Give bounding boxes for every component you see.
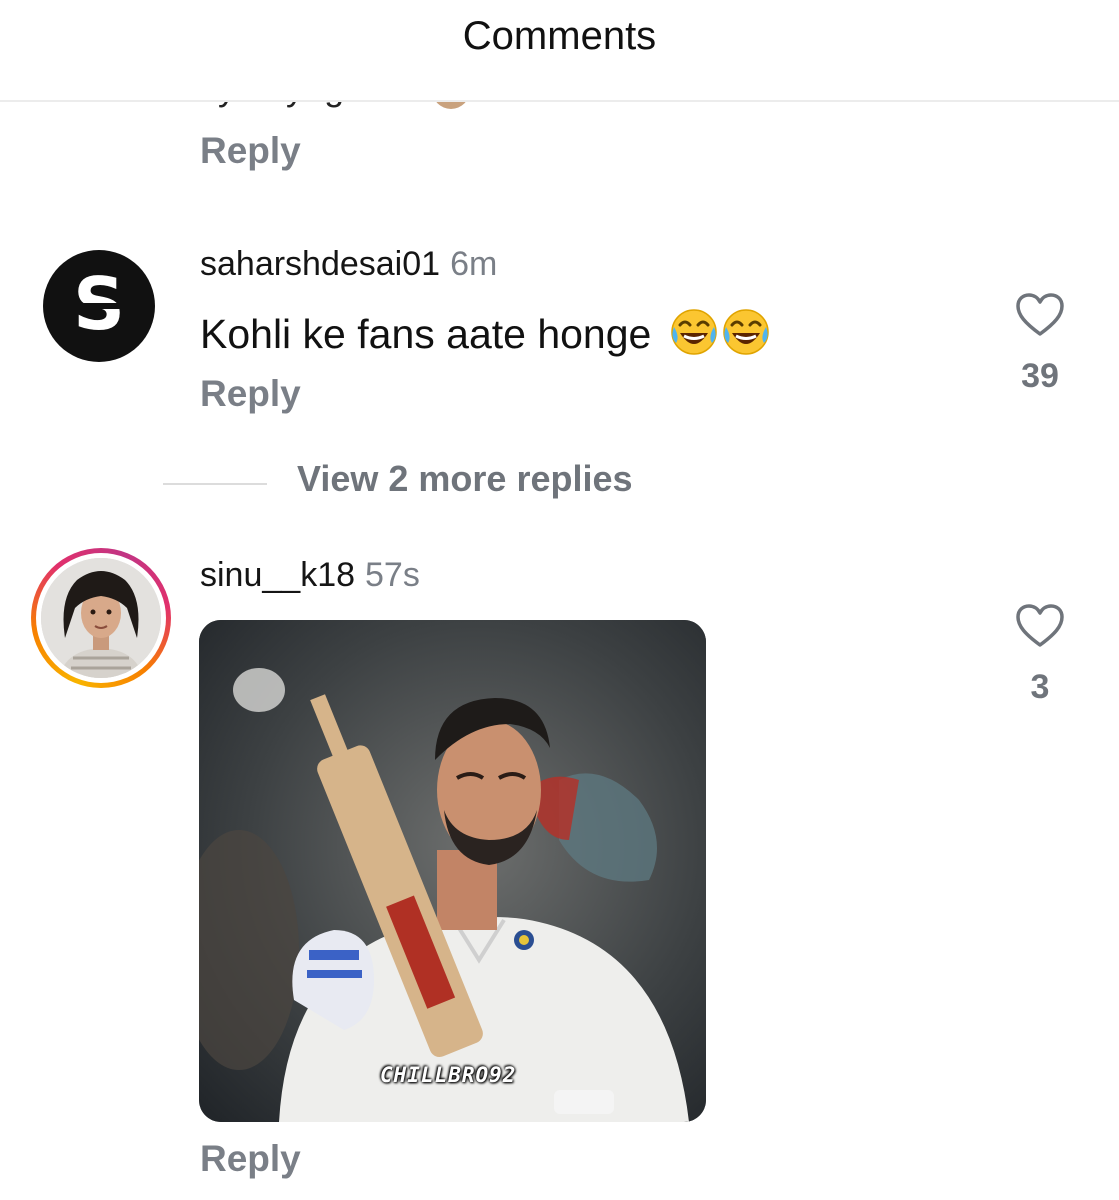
comment-text: Kohli ke fans aate honge: [200, 307, 773, 367]
laughing-emoji-icon: [669, 307, 773, 367]
like-button[interactable]: 3: [1010, 603, 1070, 707]
comment-body: Kohli ke fans aate honge: [200, 310, 652, 357]
avatar-photo: [41, 558, 161, 678]
username[interactable]: saharshdesai01: [200, 245, 440, 283]
timestamp: 57s: [365, 556, 420, 594]
gif-watermark: CHILLBRO92: [380, 1063, 517, 1087]
comments-header: Comments: [0, 0, 1119, 102]
like-button[interactable]: 39: [1010, 292, 1070, 396]
avatar-s-logo-icon: S: [51, 262, 147, 346]
heart-outline-icon[interactable]: [1015, 292, 1065, 338]
like-count: 3: [1030, 668, 1050, 706]
comment-author-line: sinu__k18 57s: [200, 556, 420, 595]
avatar[interactable]: S: [43, 250, 155, 362]
page-title: Comments: [462, 14, 657, 58]
reply-button[interactable]: Reply: [200, 373, 301, 415]
avatar[interactable]: [31, 548, 171, 688]
comment-author-line: saharshdesai01 6m: [200, 245, 497, 284]
reply-button[interactable]: Reply: [200, 1138, 301, 1180]
gif-attachment[interactable]: CHILLBRO92: [199, 620, 706, 1122]
heart-outline-icon[interactable]: [1015, 603, 1065, 649]
like-count: 39: [1021, 357, 1059, 395]
cricket-player-gif-image: [199, 620, 706, 1122]
timestamp: 6m: [450, 245, 498, 283]
reply-button[interactable]: Reply: [200, 130, 301, 172]
view-more-replies-label[interactable]: View 2 more replies: [297, 458, 633, 500]
replies-divider-line: [163, 483, 267, 485]
username[interactable]: sinu__k18: [200, 556, 355, 594]
